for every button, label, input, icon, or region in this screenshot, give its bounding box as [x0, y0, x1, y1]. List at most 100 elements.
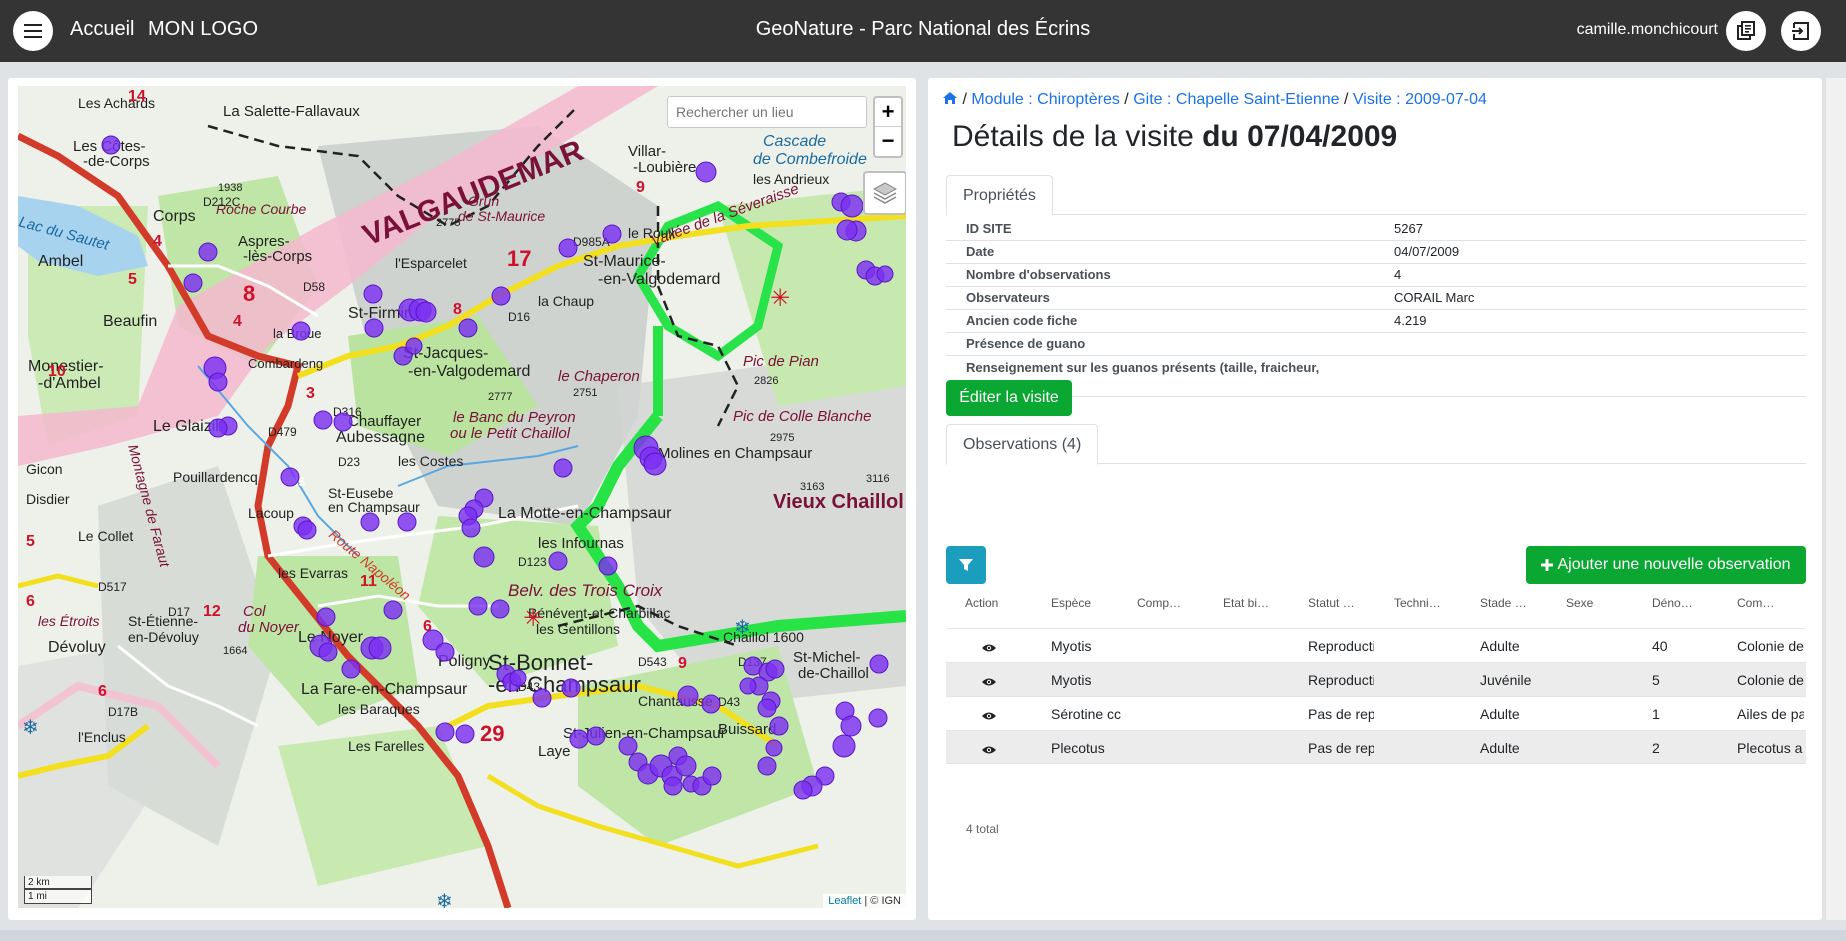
svg-text:ou le Petit Chaillol: ou le Petit Chaillol [450, 425, 571, 442]
svg-text:2777: 2777 [488, 391, 512, 403]
cell-species: Myotis [1051, 638, 1092, 654]
breadcrumb-visit[interactable]: Visite : 2009-07-04 [1353, 91, 1487, 108]
breadcrumb-site[interactable]: Gite : Chapelle Saint-Etienne [1133, 91, 1339, 108]
logo-text: MON LOGO [148, 18, 259, 40]
svg-text:3163: 3163 [800, 481, 824, 493]
zoom-out-button[interactable]: − [875, 127, 901, 156]
svg-text:le Chaperon: le Chaperon [558, 368, 640, 385]
properties-table: ID SITE 5267 Date 04/07/2009 Nombre d'ob… [946, 218, 1806, 397]
documentation-button[interactable] [1726, 11, 1766, 51]
svg-text:Les Farelles: Les Farelles [348, 738, 424, 754]
svg-text:❄: ❄ [436, 889, 453, 908]
svg-text:D17: D17 [168, 605, 190, 619]
tab-properties[interactable]: Propriétés [946, 175, 1053, 216]
page-bottom-strip [0, 930, 1846, 941]
table-row[interactable]: Myotis Reproducti Adulte 40 Colonie de [946, 628, 1806, 662]
property-row: ID SITE 5267 [946, 218, 1806, 241]
cell-statut: Pas de rep [1308, 740, 1374, 756]
svg-text:D23: D23 [338, 455, 360, 469]
table-row[interactable]: Plecotus Pas de rep Adulte 2 Plecotus a [946, 730, 1806, 764]
observations-tabbar: Observations (4) [946, 424, 1806, 465]
svg-text:les Étroits: les Étroits [38, 613, 99, 629]
logout-icon [1792, 22, 1809, 40]
logout-button[interactable] [1781, 11, 1821, 51]
filter-button[interactable] [946, 546, 986, 584]
home-icon[interactable] [942, 91, 958, 105]
column-header[interactable]: Stade … [1480, 596, 1527, 610]
library-books-icon [1737, 21, 1755, 40]
svg-text:de St-Maurice: de St-Maurice [458, 208, 545, 224]
svg-text:6: 6 [26, 593, 35, 610]
svg-text:5: 5 [26, 533, 35, 550]
svg-text:Lacoup: Lacoup [248, 505, 294, 521]
home-link[interactable]: Accueil [70, 18, 134, 41]
table-row[interactable]: Sérotine cc Pas de rep Adulte 1 Ailes de… [946, 696, 1806, 730]
username: camille.monchicourt [1576, 21, 1718, 38]
table-row[interactable]: Myotis Reproducti Juvénile 5 Colonie de [946, 662, 1806, 696]
svg-text:❄: ❄ [734, 615, 751, 639]
breadcrumb-separator: / [1339, 91, 1353, 108]
svg-text:Chantausse: Chantausse [638, 693, 713, 709]
eye-icon[interactable] [982, 674, 996, 690]
eye-icon[interactable] [982, 640, 996, 656]
svg-text:❄: ❄ [22, 715, 39, 739]
page-scrollbar[interactable] [1826, 78, 1846, 920]
eye-icon[interactable] [982, 742, 996, 758]
map[interactable]: VALGAUDEMAR La Salette-Fallavaux Les Côt… [18, 86, 906, 908]
svg-text:D43: D43 [718, 695, 740, 709]
svg-text:9: 9 [678, 655, 687, 672]
column-header[interactable]: Espèce [1051, 596, 1091, 610]
column-header[interactable]: Etat bi… [1223, 596, 1269, 610]
property-value: CORAIL Marc [1394, 290, 1475, 305]
svg-text:de Combefroide: de Combefroide [753, 151, 867, 168]
svg-text:✳: ✳ [770, 284, 790, 312]
column-header[interactable]: Statut … [1308, 596, 1355, 610]
property-row: Nombre d'observations 4 [946, 264, 1806, 287]
svg-text:les Infournas: les Infournas [538, 535, 624, 552]
svg-text:Le Collet: Le Collet [78, 528, 133, 544]
property-row: Renseignement sur les guanos présents (t… [946, 356, 1806, 397]
cell-species: Sérotine cc [1051, 706, 1122, 722]
svg-text:Grun: Grun [468, 193, 499, 209]
visit-detail-card: / Module : Chiroptères / Gite : Chapelle… [928, 78, 1822, 920]
property-key: Observateurs [966, 290, 1050, 305]
cell-deno: 2 [1652, 740, 1660, 756]
svg-text:D212C: D212C [203, 195, 241, 209]
edit-visit-button[interactable]: Éditer la visite [946, 380, 1072, 416]
property-key: Ancien code fiche [966, 313, 1078, 328]
cell-stade: Adulte [1480, 740, 1520, 756]
property-value: 4.219 [1394, 313, 1427, 328]
column-header[interactable]: Comp… [1137, 596, 1181, 610]
svg-text:Pouillardencq: Pouillardencq [173, 469, 258, 485]
layers-button[interactable] [863, 171, 906, 215]
breadcrumb-module[interactable]: Module : Chiroptères [971, 91, 1120, 108]
column-header[interactable]: Com… [1737, 596, 1774, 610]
tab-observations[interactable]: Observations (4) [946, 424, 1099, 465]
eye-icon[interactable] [982, 708, 996, 724]
svg-text:Ambel: Ambel [38, 253, 83, 270]
menu-button[interactable] [13, 11, 53, 51]
svg-text:Corps: Corps [153, 208, 196, 225]
app-title: GeoNature - Parc National des Écrins [755, 18, 1091, 40]
svg-text:9: 9 [636, 179, 645, 196]
property-row: Présence de guano [946, 333, 1806, 356]
column-header[interactable]: Déno… [1652, 596, 1693, 610]
svg-text:en-Dévoluy: en-Dévoluy [128, 629, 199, 645]
layers-icon [872, 182, 898, 204]
svg-text:-Loubière: -Loubière [633, 159, 696, 176]
table-spacer [946, 618, 1806, 628]
column-header[interactable]: Sexe [1566, 596, 1593, 610]
svg-text:Gicon: Gicon [26, 461, 63, 477]
property-key: Nombre d'observations [966, 267, 1111, 282]
zoom-in-button[interactable]: + [875, 98, 901, 127]
map-place-search-input[interactable] [667, 96, 867, 128]
svg-text:D58: D58 [303, 280, 325, 294]
svg-text:14: 14 [128, 88, 146, 105]
cell-comment: Ailes de pa [1737, 706, 1804, 722]
hamburger-icon [24, 24, 42, 38]
column-header[interactable]: Techni… [1394, 596, 1441, 610]
column-header[interactable]: Action [965, 596, 998, 610]
add-observation-button[interactable]: Ajouter une nouvelle observation [1526, 546, 1806, 584]
svg-text:Dévoluy: Dévoluy [48, 639, 106, 656]
leaflet-link[interactable]: Leaflet [828, 895, 861, 907]
